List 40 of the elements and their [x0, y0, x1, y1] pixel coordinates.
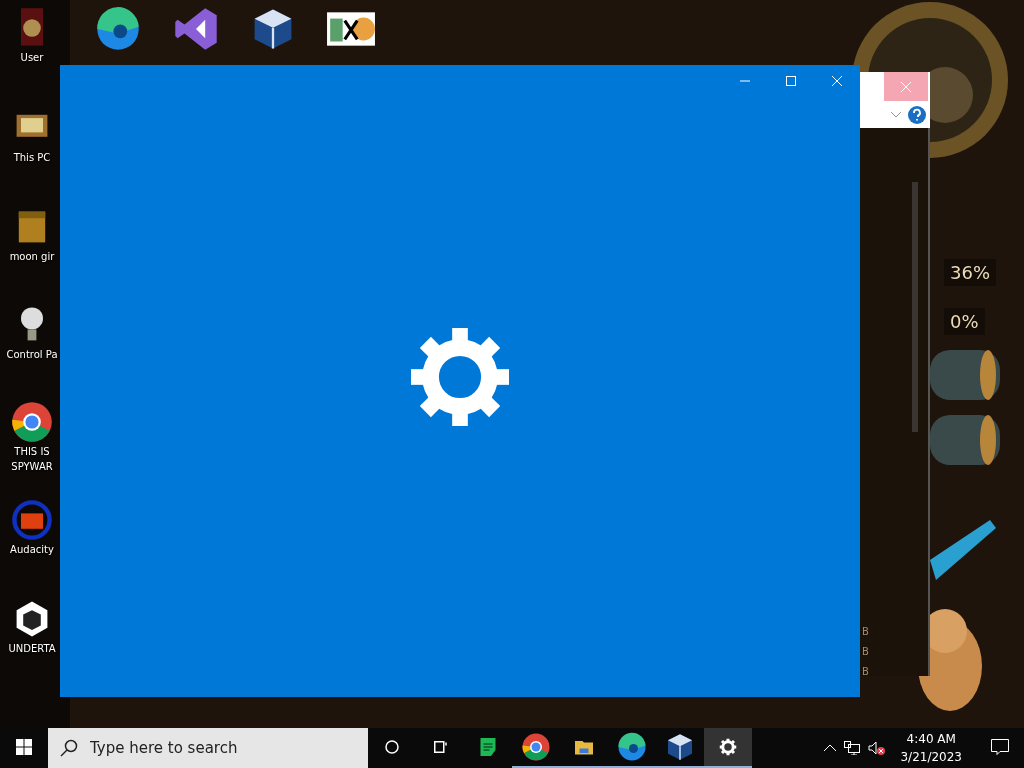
icon-label[interactable]: UNDERTA: [3, 641, 61, 656]
edge-icon: [617, 732, 647, 762]
close-icon: [901, 82, 911, 92]
gadget-reading: 36%: [944, 259, 996, 286]
edge-icon: [95, 6, 141, 52]
clock[interactable]: 4:40 AM 3/21/2023: [894, 728, 968, 768]
chevron-down-icon[interactable]: [891, 112, 901, 118]
scrollbar[interactable]: [912, 182, 918, 432]
icon-label[interactable]: moon gir: [3, 249, 61, 264]
infinity-logo-icon: [173, 6, 219, 52]
icon-label[interactable]: This PC: [3, 150, 61, 165]
date-text: 3/21/2023: [900, 749, 962, 766]
chat-bubble-icon: [991, 739, 1009, 755]
tube-drawing: [930, 415, 1000, 465]
gadget-reading: 0%: [944, 308, 985, 335]
headphones-icon: [10, 498, 54, 542]
pipes-drawing: [930, 520, 996, 580]
search-input[interactable]: Type here to search: [88, 735, 348, 761]
muted-speaker-icon[interactable]: [868, 741, 887, 755]
help-icon[interactable]: [908, 106, 926, 124]
text-fragment: B: [862, 625, 869, 639]
text-fragment: B: [862, 645, 869, 659]
tube-drawing: [930, 350, 1000, 400]
windows-icon: [16, 739, 32, 755]
icon-label[interactable]: User: [3, 50, 61, 65]
icon-label[interactable]: THIS IS SPYWAR: [3, 444, 61, 474]
cube-icon: [665, 732, 695, 762]
network-icon[interactable]: [844, 741, 861, 755]
chrome-icon: [521, 732, 551, 762]
search-icon: [60, 739, 78, 757]
icon-label[interactable]: Audacity: [3, 542, 61, 557]
search-field[interactable]: Type here to search: [48, 728, 368, 768]
time-text: 4:40 AM: [905, 731, 957, 748]
chevron-up-icon[interactable]: [824, 744, 837, 752]
maximize-icon: [786, 76, 796, 86]
taskbar-app-button[interactable]: [704, 728, 752, 768]
text-fragment: B: [862, 665, 869, 679]
close-icon: [832, 76, 842, 86]
chrome-icon: [10, 400, 54, 444]
icon-label[interactable]: Control Pa: [3, 347, 61, 362]
